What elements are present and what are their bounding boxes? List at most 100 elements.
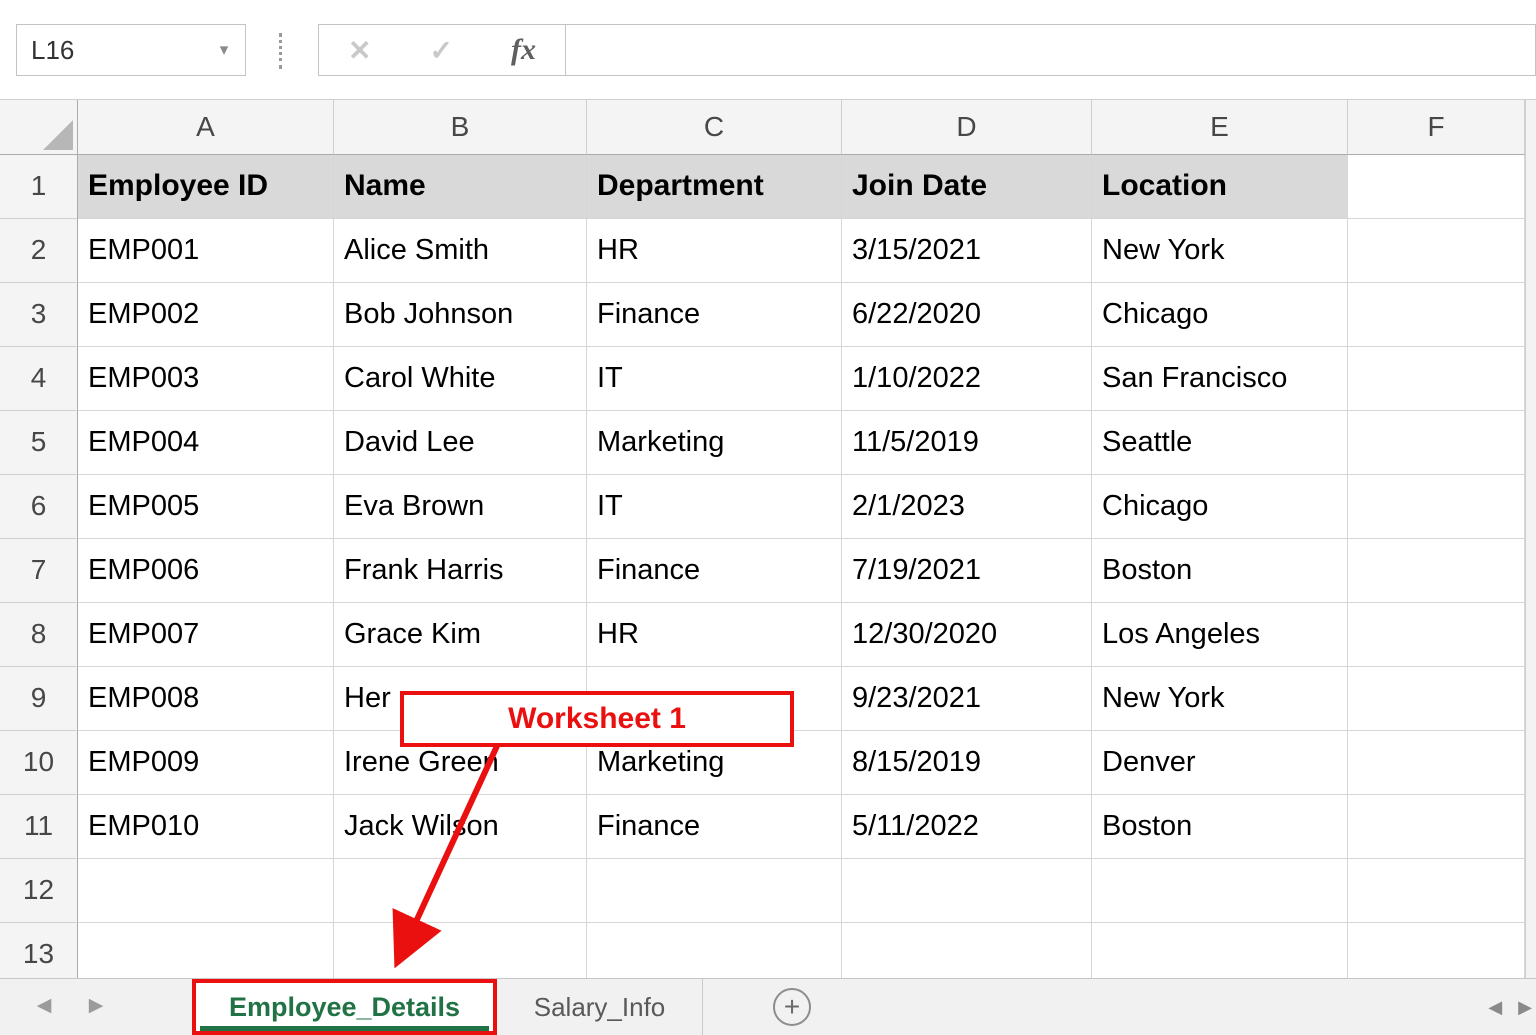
cell-B12[interactable] bbox=[334, 859, 587, 923]
cell-C1[interactable]: Department bbox=[587, 155, 842, 219]
row-header-13[interactable]: 13 bbox=[0, 923, 78, 978]
cell-C6[interactable]: IT bbox=[587, 475, 842, 539]
cell-A4[interactable]: EMP003 bbox=[78, 347, 334, 411]
cell-A11[interactable]: EMP010 bbox=[78, 795, 334, 859]
row-header-12[interactable]: 12 bbox=[0, 859, 78, 923]
cell-D6[interactable]: 2/1/2023 bbox=[842, 475, 1092, 539]
cell-D7[interactable]: 7/19/2021 bbox=[842, 539, 1092, 603]
cell-B3[interactable]: Bob Johnson bbox=[334, 283, 587, 347]
cell-A10[interactable]: EMP009 bbox=[78, 731, 334, 795]
cell-E10[interactable]: Denver bbox=[1092, 731, 1348, 795]
cell-B2[interactable]: Alice Smith bbox=[334, 219, 587, 283]
cell-E4[interactable]: San Francisco bbox=[1092, 347, 1348, 411]
cell-F12[interactable] bbox=[1348, 859, 1525, 923]
row-header-4[interactable]: 4 bbox=[0, 347, 78, 411]
scroll-right-icon[interactable]: ▶ bbox=[1518, 997, 1532, 1018]
row-header-9[interactable]: 9 bbox=[0, 667, 78, 731]
enter-icon[interactable]: ✓ bbox=[429, 34, 452, 67]
row-header-1[interactable]: 1 bbox=[0, 155, 78, 219]
sheet-nav-left-icon[interactable]: ◀ bbox=[18, 979, 70, 1035]
column-header-a[interactable]: A bbox=[78, 100, 334, 155]
cell-F11[interactable] bbox=[1348, 795, 1525, 859]
cell-D12[interactable] bbox=[842, 859, 1092, 923]
cell-C8[interactable]: HR bbox=[587, 603, 842, 667]
cell-D13[interactable] bbox=[842, 923, 1092, 978]
row-header-6[interactable]: 6 bbox=[0, 475, 78, 539]
cell-A2[interactable]: EMP001 bbox=[78, 219, 334, 283]
cell-F2[interactable] bbox=[1348, 219, 1525, 283]
cell-F1[interactable] bbox=[1348, 155, 1525, 219]
cell-A13[interactable] bbox=[78, 923, 334, 978]
cell-B13[interactable] bbox=[334, 923, 587, 978]
cell-A8[interactable]: EMP007 bbox=[78, 603, 334, 667]
cell-D1[interactable]: Join Date bbox=[842, 155, 1092, 219]
cell-D4[interactable]: 1/10/2022 bbox=[842, 347, 1092, 411]
cell-A1[interactable]: Employee ID bbox=[78, 155, 334, 219]
cell-B7[interactable]: Frank Harris bbox=[334, 539, 587, 603]
cell-B5[interactable]: David Lee bbox=[334, 411, 587, 475]
cell-F5[interactable] bbox=[1348, 411, 1525, 475]
cell-F8[interactable] bbox=[1348, 603, 1525, 667]
cell-E5[interactable]: Seattle bbox=[1092, 411, 1348, 475]
cell-A5[interactable]: EMP004 bbox=[78, 411, 334, 475]
cell-A6[interactable]: EMP005 bbox=[78, 475, 334, 539]
cell-B11[interactable]: Jack Wilson bbox=[334, 795, 587, 859]
row-header-8[interactable]: 8 bbox=[0, 603, 78, 667]
cell-F3[interactable] bbox=[1348, 283, 1525, 347]
cell-D3[interactable]: 6/22/2020 bbox=[842, 283, 1092, 347]
cell-E3[interactable]: Chicago bbox=[1092, 283, 1348, 347]
cell-E12[interactable] bbox=[1092, 859, 1348, 923]
horizontal-scrollbar[interactable]: ◀ ▶ bbox=[1488, 979, 1532, 1035]
cell-C5[interactable]: Marketing bbox=[587, 411, 842, 475]
cell-C2[interactable]: HR bbox=[587, 219, 842, 283]
cell-D2[interactable]: 3/15/2021 bbox=[842, 219, 1092, 283]
cell-C3[interactable]: Finance bbox=[587, 283, 842, 347]
scroll-left-icon[interactable]: ◀ bbox=[1488, 997, 1502, 1018]
sheet-tab-employee-details[interactable]: Employee_Details bbox=[192, 979, 497, 1035]
cell-D10[interactable]: 8/15/2019 bbox=[842, 731, 1092, 795]
insert-function-icon[interactable]: fx bbox=[511, 33, 536, 67]
sheet-tab-salary-info[interactable]: Salary_Info bbox=[497, 979, 703, 1035]
cell-F10[interactable] bbox=[1348, 731, 1525, 795]
row-header-10[interactable]: 10 bbox=[0, 731, 78, 795]
cell-E2[interactable]: New York bbox=[1092, 219, 1348, 283]
cell-F4[interactable] bbox=[1348, 347, 1525, 411]
cell-C12[interactable] bbox=[587, 859, 842, 923]
sheet-nav-right-icon[interactable]: ▶ bbox=[70, 979, 122, 1035]
cell-F13[interactable] bbox=[1348, 923, 1525, 978]
cell-F6[interactable] bbox=[1348, 475, 1525, 539]
cell-B1[interactable]: Name bbox=[334, 155, 587, 219]
cell-C11[interactable]: Finance bbox=[587, 795, 842, 859]
cell-D9[interactable]: 9/23/2021 bbox=[842, 667, 1092, 731]
cell-E1[interactable]: Location bbox=[1092, 155, 1348, 219]
column-header-c[interactable]: C bbox=[587, 100, 842, 155]
cell-A7[interactable]: EMP006 bbox=[78, 539, 334, 603]
cell-A9[interactable]: EMP008 bbox=[78, 667, 334, 731]
cell-B4[interactable]: Carol White bbox=[334, 347, 587, 411]
cell-F7[interactable] bbox=[1348, 539, 1525, 603]
column-header-f[interactable]: F bbox=[1348, 100, 1525, 155]
cell-E11[interactable]: Boston bbox=[1092, 795, 1348, 859]
cell-E7[interactable]: Boston bbox=[1092, 539, 1348, 603]
cell-A12[interactable] bbox=[78, 859, 334, 923]
cell-E13[interactable] bbox=[1092, 923, 1348, 978]
row-header-2[interactable]: 2 bbox=[0, 219, 78, 283]
row-header-11[interactable]: 11 bbox=[0, 795, 78, 859]
cell-C13[interactable] bbox=[587, 923, 842, 978]
cell-D8[interactable]: 12/30/2020 bbox=[842, 603, 1092, 667]
cell-D11[interactable]: 5/11/2022 bbox=[842, 795, 1092, 859]
select-all-corner[interactable] bbox=[0, 100, 78, 155]
cell-C4[interactable]: IT bbox=[587, 347, 842, 411]
name-box-dropdown-icon[interactable]: ▾ bbox=[203, 40, 245, 60]
name-box[interactable]: L16 ▾ bbox=[16, 24, 246, 76]
cell-E9[interactable]: New York bbox=[1092, 667, 1348, 731]
row-header-5[interactable]: 5 bbox=[0, 411, 78, 475]
column-header-d[interactable]: D bbox=[842, 100, 1092, 155]
formula-bar-input[interactable] bbox=[565, 24, 1536, 76]
column-header-e[interactable]: E bbox=[1092, 100, 1348, 155]
cell-D5[interactable]: 11/5/2019 bbox=[842, 411, 1092, 475]
cell-E6[interactable]: Chicago bbox=[1092, 475, 1348, 539]
cell-C7[interactable]: Finance bbox=[587, 539, 842, 603]
cell-E8[interactable]: Los Angeles bbox=[1092, 603, 1348, 667]
row-header-3[interactable]: 3 bbox=[0, 283, 78, 347]
